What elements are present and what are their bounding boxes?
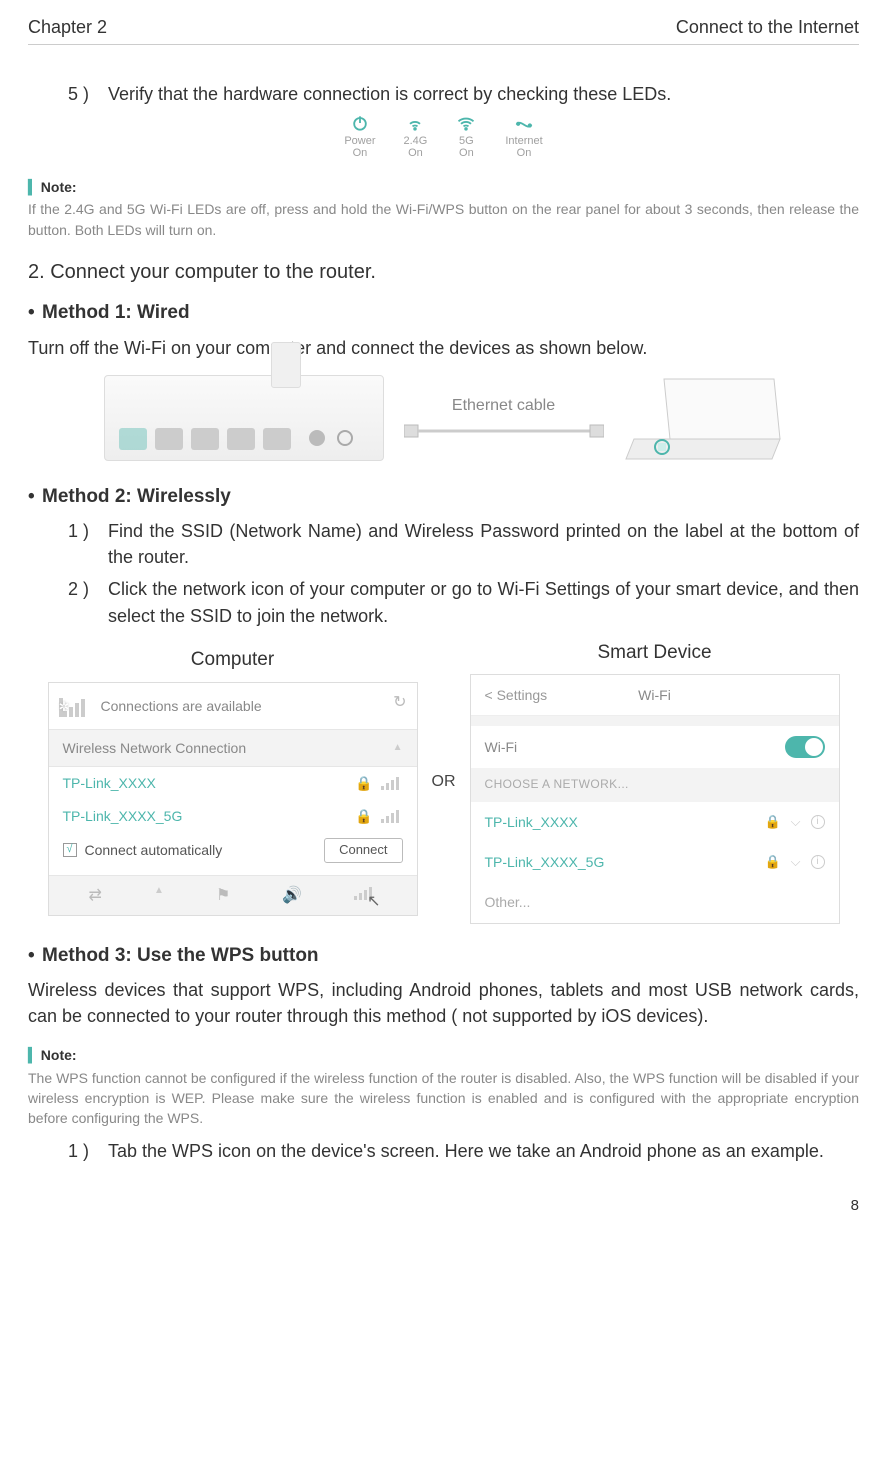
lock-icon: 🔒: [764, 813, 780, 832]
connection-panels: Computer ✲ Connections are available ↻ W…: [28, 639, 859, 924]
note-1: ▍Note: If the 2.4G and 5G Wi-Fi LEDs are…: [28, 173, 859, 240]
tray-expand-icon: ▲: [154, 884, 164, 907]
signal-bars-icon: [381, 776, 403, 790]
lock-icon: 🔒: [355, 806, 372, 826]
method-2-heading: Method 2: Wirelessly: [28, 483, 859, 511]
refresh-icon[interactable]: ↻: [393, 691, 406, 714]
network-item-2[interactable]: TP-Link_XXXX_5G 🔒: [49, 800, 417, 832]
info-icon[interactable]: i: [811, 855, 825, 869]
choose-network-header: CHOOSE A NETWORK...: [471, 768, 839, 801]
led-power: PowerOn: [344, 113, 375, 159]
note-2: ▍Note: The WPS function cannot be config…: [28, 1041, 859, 1128]
system-tray: ⇄ ▲ ⚑ 🔊 ↖: [49, 876, 417, 915]
method2-step2: 2 ) Click the network icon of your compu…: [68, 576, 859, 628]
step-text: Verify that the hardware connection is c…: [108, 81, 859, 107]
step-number: 5 ): [68, 81, 108, 107]
or-separator: OR: [432, 770, 456, 793]
note-text: The WPS function cannot be configured if…: [28, 1068, 859, 1129]
connections-available-text: Connections are available: [101, 696, 262, 716]
smart-device-panel-title: Smart Device: [470, 639, 840, 667]
router-illustration: [104, 375, 384, 461]
ethernet-cable: Ethernet cable: [404, 394, 604, 441]
lock-icon: 🔒: [764, 853, 780, 872]
internet-icon: [513, 113, 535, 133]
wired-diagram: Ethernet cable: [28, 373, 859, 463]
tray-flag-icon: ⚑: [216, 884, 230, 907]
led-indicators: PowerOn 2.4GOn 5GOn InternetOn: [28, 113, 859, 159]
wifi-toggle[interactable]: [785, 736, 825, 758]
network-item-1[interactable]: TP-Link_XXXX 🔒: [49, 767, 417, 799]
step-5: 5 ) Verify that the hardware connection …: [68, 81, 859, 107]
tray-net-icon: ⇄: [89, 884, 102, 907]
led-5g: 5GOn: [455, 113, 477, 159]
wifi-icon: ⌵: [791, 853, 801, 872]
ios-other-network[interactable]: Other...: [471, 882, 839, 922]
method-1-heading: Method 1: Wired: [28, 299, 859, 327]
tray-volume-icon: 🔊: [282, 884, 302, 907]
connect-button[interactable]: Connect: [324, 838, 402, 863]
signal-bars-icon: [381, 809, 403, 823]
section-heading: 2. Connect your computer to the router.: [28, 258, 859, 287]
signal-icon: ✲: [63, 695, 91, 717]
computer-panel-title: Computer: [48, 646, 418, 674]
method-1-text: Turn off the Wi-Fi on your computer and …: [28, 335, 859, 361]
wps-step1: 1 ) Tab the WPS icon on the device's scr…: [68, 1138, 859, 1164]
led-24g: 2.4GOn: [404, 113, 428, 159]
method2-step1: 1 ) Find the SSID (Network Name) and Wir…: [68, 518, 859, 570]
wifi-small-icon: [405, 113, 425, 133]
section-label: Connect to the Internet: [676, 14, 859, 40]
led-internet: InternetOn: [505, 113, 542, 159]
cursor-icon: ↖: [367, 890, 380, 913]
page-number: 8: [28, 1195, 859, 1217]
info-icon[interactable]: i: [811, 815, 825, 829]
windows-wifi-panel: ✲ Connections are available ↻ Wireless N…: [48, 682, 418, 916]
page-header: Chapter 2 Connect to the Internet: [28, 14, 859, 45]
wifi-icon: ⌵: [791, 813, 801, 832]
wifi-toggle-row: Wi-Fi: [471, 726, 839, 768]
laptop-illustration: [624, 373, 784, 463]
method-3-heading: Method 3: Use the WPS button: [28, 942, 859, 970]
lock-icon: 🔒: [355, 773, 372, 793]
ios-wifi-panel: < Settings Wi-Fi Wi-Fi CHOOSE A NETWORK.…: [470, 674, 840, 924]
wifi-header: Wi-Fi: [638, 685, 671, 705]
note-marker-icon: ▍: [28, 1047, 39, 1063]
ios-network-1[interactable]: TP-Link_XXXX 🔒⌵i: [471, 802, 839, 842]
collapse-icon: ▲: [393, 741, 403, 756]
auto-connect-checkbox[interactable]: √: [63, 843, 77, 857]
ios-network-2[interactable]: TP-Link_XXXX_5G 🔒⌵i: [471, 842, 839, 882]
power-icon: [350, 113, 370, 133]
wifi-big-icon: [455, 113, 477, 133]
note-marker-icon: ▍: [28, 179, 39, 195]
back-to-settings[interactable]: < Settings: [485, 685, 548, 705]
note-text: If the 2.4G and 5G Wi-Fi LEDs are off, p…: [28, 199, 859, 240]
method-3-text: Wireless devices that support WPS, inclu…: [28, 977, 859, 1029]
chapter-label: Chapter 2: [28, 14, 107, 40]
wireless-section-header[interactable]: Wireless Network Connection ▲: [49, 729, 417, 767]
auto-connect-label: Connect automatically: [85, 840, 223, 860]
